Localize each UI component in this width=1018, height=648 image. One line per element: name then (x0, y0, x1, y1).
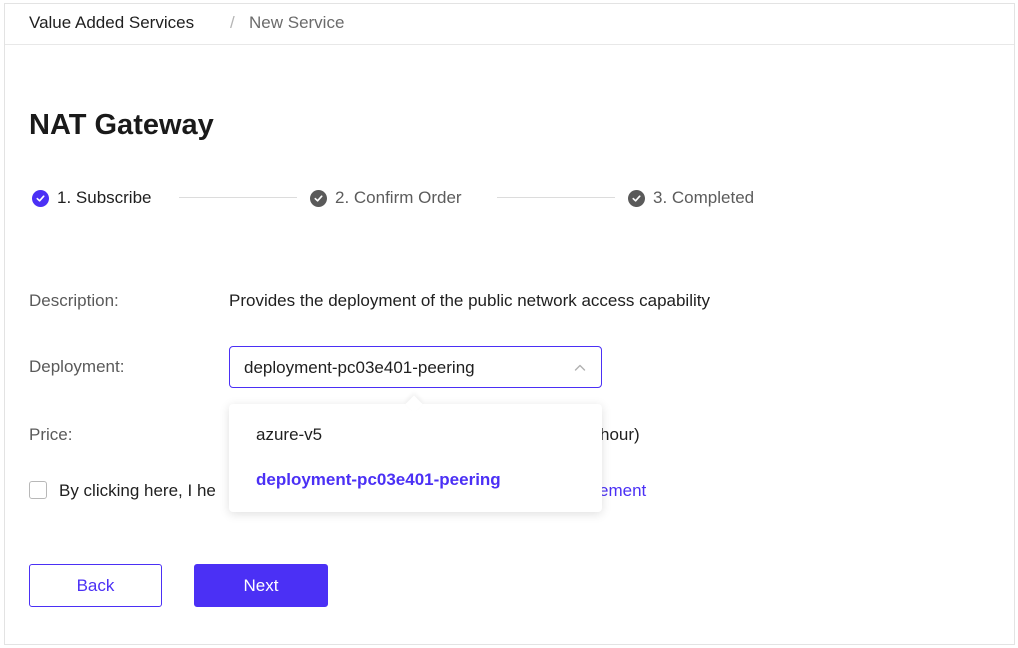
agreement-checkbox[interactable] (29, 481, 47, 499)
deployment-select-value: deployment-pc03e401-peering (244, 358, 475, 377)
breadcrumb-separator: / (230, 13, 235, 32)
description-value: Provides the deployment of the public ne… (229, 291, 710, 310)
back-button[interactable]: Back (29, 564, 162, 607)
agreement-text: By clicking here, I he (59, 481, 216, 500)
step-subscribe: 1. Subscribe (32, 187, 152, 209)
check-circle-icon (310, 189, 327, 207)
step-confirm-order: 2. Confirm Order (310, 187, 462, 209)
page-frame: Value Added Services / New Service NAT G… (4, 3, 1015, 645)
breadcrumb-item-value-added-services[interactable]: Value Added Services (29, 13, 194, 33)
step-label: 2. Confirm Order (335, 188, 462, 207)
dropdown-option-deployment-pc03e401-peering[interactable]: deployment-pc03e401-peering (256, 470, 501, 490)
check-circle-icon (32, 189, 49, 207)
deployment-label: Deployment: (29, 357, 125, 376)
agreement-link[interactable]: ement (599, 481, 646, 501)
chevron-up-icon (574, 364, 586, 371)
step-label: 1. Subscribe (57, 188, 152, 207)
check-circle-icon (628, 189, 645, 207)
price-value: hour) (600, 425, 640, 444)
step-completed: 3. Completed (628, 187, 754, 209)
dropdown-arrow (405, 395, 423, 413)
next-button[interactable]: Next (194, 564, 328, 607)
deployment-select[interactable]: deployment-pc03e401-peering (229, 346, 602, 388)
step-label: 3. Completed (653, 188, 755, 207)
step-connector (179, 197, 297, 198)
price-label: Price: (29, 425, 73, 444)
dropdown-option-azure-v5[interactable]: azure-v5 (256, 425, 322, 445)
description-label: Description: (29, 291, 119, 310)
deployment-dropdown-menu: azure-v5 deployment-pc03e401-peering (229, 395, 602, 512)
breadcrumb: Value Added Services / New Service (5, 4, 1014, 45)
page-title: NAT Gateway (29, 109, 214, 141)
breadcrumb-item-new-service: New Service (249, 13, 345, 32)
step-connector (497, 197, 615, 198)
